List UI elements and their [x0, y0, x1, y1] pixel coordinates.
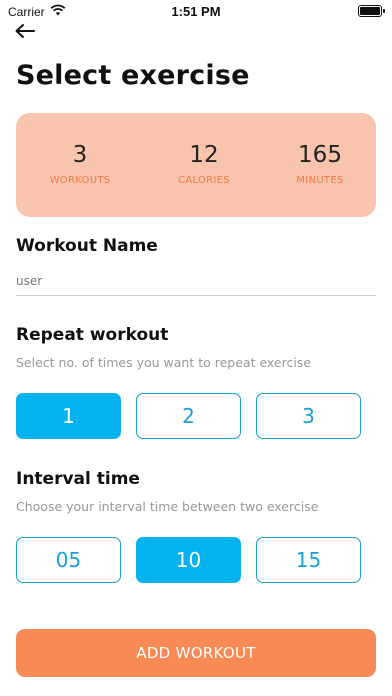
battery-icon: [358, 5, 385, 17]
repeat-option-2[interactable]: 2: [136, 393, 241, 439]
back-arrow-icon[interactable]: [12, 20, 38, 42]
stat-label: WORKOUTS: [49, 175, 111, 186]
add-workout-button[interactable]: ADD WORKOUT: [16, 629, 376, 677]
interval-time-title: Interval time: [16, 469, 140, 489]
workout-name-title: Workout Name: [16, 236, 158, 256]
repeat-workout-title: Repeat workout: [16, 325, 169, 345]
status-bar: Carrier 1:51 PM: [0, 0, 392, 24]
repeat-option-1[interactable]: 1: [16, 393, 121, 439]
stat-workouts: 3 WORKOUTS: [20, 141, 140, 186]
clock: 1:51 PM: [171, 4, 221, 19]
workout-name-input[interactable]: [16, 266, 376, 296]
interval-option-10[interactable]: 10: [136, 537, 241, 583]
repeat-option-3[interactable]: 3: [256, 393, 361, 439]
stat-value: 12: [189, 142, 219, 168]
interval-option-15[interactable]: 15: [256, 537, 361, 583]
stat-value: 3: [72, 142, 88, 168]
stats-card: 3 WORKOUTS 12 CALORIES 165 MINUTES: [16, 113, 376, 217]
page-title: Select exercise: [16, 60, 250, 91]
interval-option-05[interactable]: 05: [16, 537, 121, 583]
stat-value: 165: [298, 142, 342, 168]
stat-minutes: 165 MINUTES: [260, 141, 380, 186]
stat-label: CALORIES: [178, 175, 230, 186]
stat-calories: 12 CALORIES: [144, 141, 264, 186]
repeat-workout-subtitle: Select no. of times you want to repeat e…: [16, 355, 312, 370]
stat-label: MINUTES: [296, 175, 344, 186]
interval-time-subtitle: Choose your interval time between two ex…: [16, 499, 319, 514]
